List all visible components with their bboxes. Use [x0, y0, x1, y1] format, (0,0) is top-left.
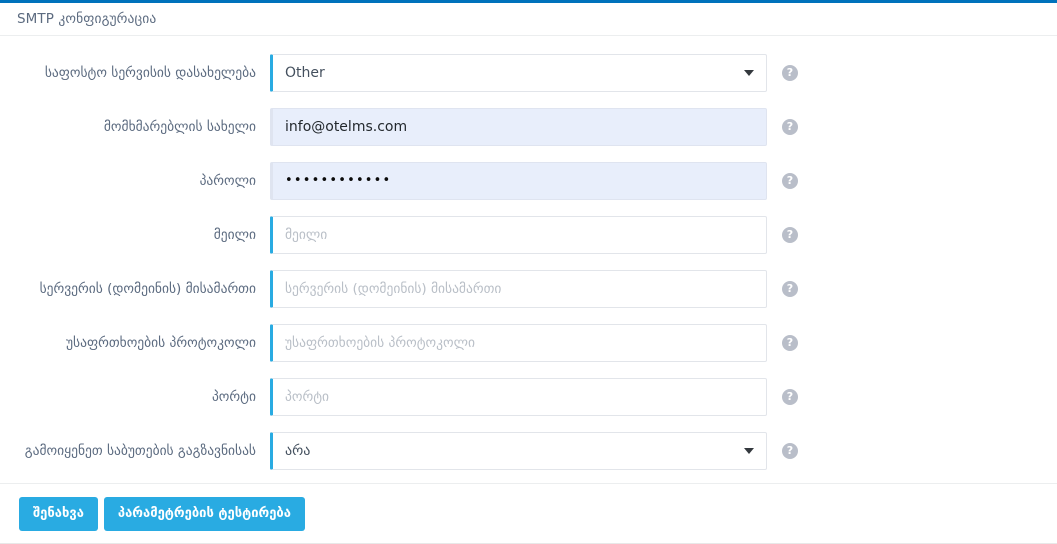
- field-value: არა: [285, 443, 311, 459]
- field-wrapper: Other: [270, 54, 767, 92]
- help-circle-icon[interactable]: ?: [782, 281, 798, 297]
- field-placeholder: მეილი: [285, 227, 328, 243]
- field-wrapper: უსაფრთხოების პროტოკოლი: [270, 324, 767, 362]
- chevron-down-icon[interactable]: [744, 70, 754, 76]
- form-row: გამოიყენეთ საბუთების გაგზავნისას არა?: [0, 424, 1057, 478]
- panel-header: SMTP კონფიგურაცია: [0, 3, 1057, 36]
- text-field[interactable]: პორტი: [270, 378, 767, 416]
- help-circle-icon[interactable]: ?: [782, 65, 798, 81]
- form-row: პაროლი ••••••••••••?: [0, 154, 1057, 208]
- panel-footer: შენახვა პარამეტრების ტესტირება: [0, 483, 1057, 543]
- form-row: უსაფრთხოების პროტოკოლი უსაფრთხოების პროტო…: [0, 316, 1057, 370]
- field-placeholder: სერვერის (დომეინის) მისამართი: [285, 281, 502, 297]
- help-circle-icon[interactable]: ?: [782, 227, 798, 243]
- chevron-down-icon[interactable]: [744, 448, 754, 454]
- field-value: Other: [285, 65, 325, 81]
- select-field[interactable]: არა: [270, 432, 767, 470]
- field-label: პორტი: [211, 388, 256, 405]
- test-settings-button[interactable]: პარამეტრების ტესტირება: [103, 496, 305, 531]
- help-glyph: ?: [786, 120, 794, 133]
- field-wrapper: ••••••••••••: [270, 162, 767, 200]
- field-label: მეილი: [213, 226, 256, 243]
- smtp-configuration-panel: SMTP კონფიგურაცია საფოსტო სერვისის დასახ…: [0, 0, 1057, 544]
- help-glyph: ?: [786, 282, 794, 295]
- help-circle-icon[interactable]: ?: [782, 173, 798, 189]
- help-circle-icon[interactable]: ?: [782, 443, 798, 459]
- field-label: უსაფრთხოების პროტოკოლი: [65, 334, 256, 351]
- help-circle-icon[interactable]: ?: [782, 119, 798, 135]
- field-wrapper: მეილი: [270, 216, 767, 254]
- help-circle-icon[interactable]: ?: [782, 335, 798, 351]
- form-row: საფოსტო სერვისის დასახელება Other?: [0, 46, 1057, 100]
- select-field[interactable]: Other: [270, 54, 767, 92]
- smtp-form: საფოსტო სერვისის დასახელება Other? მომხმარ…: [0, 36, 1057, 478]
- field-value: info@otelms.com: [285, 119, 408, 135]
- form-row: სერვერის (დომეინის) მისამართი სერვერის (დ…: [0, 262, 1057, 316]
- form-row: მომხმარებლის სახელი info@otelms.com?: [0, 100, 1057, 154]
- field-wrapper: არა: [270, 432, 767, 470]
- save-button[interactable]: შენახვა: [19, 496, 98, 531]
- field-label: საფოსტო სერვისის დასახელება: [44, 64, 256, 81]
- help-glyph: ?: [786, 174, 794, 187]
- help-glyph: ?: [786, 444, 794, 457]
- text-field[interactable]: უსაფრთხოების პროტოკოლი: [270, 324, 767, 362]
- text-field[interactable]: info@otelms.com: [270, 108, 767, 146]
- help-glyph: ?: [786, 336, 794, 349]
- help-glyph: ?: [786, 228, 794, 241]
- page-title: SMTP კონფიგურაცია: [17, 11, 157, 27]
- field-placeholder: უსაფრთხოების პროტოკოლი: [285, 335, 476, 351]
- field-wrapper: პორტი: [270, 378, 767, 416]
- field-placeholder: პორტი: [285, 389, 330, 405]
- form-row: მეილი მეილი?: [0, 208, 1057, 262]
- field-label: სერვერის (დომეინის) მისამართი: [39, 280, 256, 297]
- field-wrapper: სერვერის (დომეინის) მისამართი: [270, 270, 767, 308]
- field-label: პაროლი: [199, 172, 256, 189]
- form-row: პორტი პორტი?: [0, 370, 1057, 424]
- field-value: ••••••••••••: [285, 172, 392, 188]
- help-glyph: ?: [786, 390, 794, 403]
- text-field[interactable]: სერვერის (დომეინის) მისამართი: [270, 270, 767, 308]
- text-field[interactable]: მეილი: [270, 216, 767, 254]
- field-wrapper: info@otelms.com: [270, 108, 767, 146]
- help-glyph: ?: [786, 66, 794, 79]
- password-field[interactable]: ••••••••••••: [270, 162, 767, 200]
- field-label: მომხმარებლის სახელი: [103, 118, 256, 135]
- field-label: გამოიყენეთ საბუთების გაგზავნისას: [24, 442, 256, 459]
- help-circle-icon[interactable]: ?: [782, 389, 798, 405]
